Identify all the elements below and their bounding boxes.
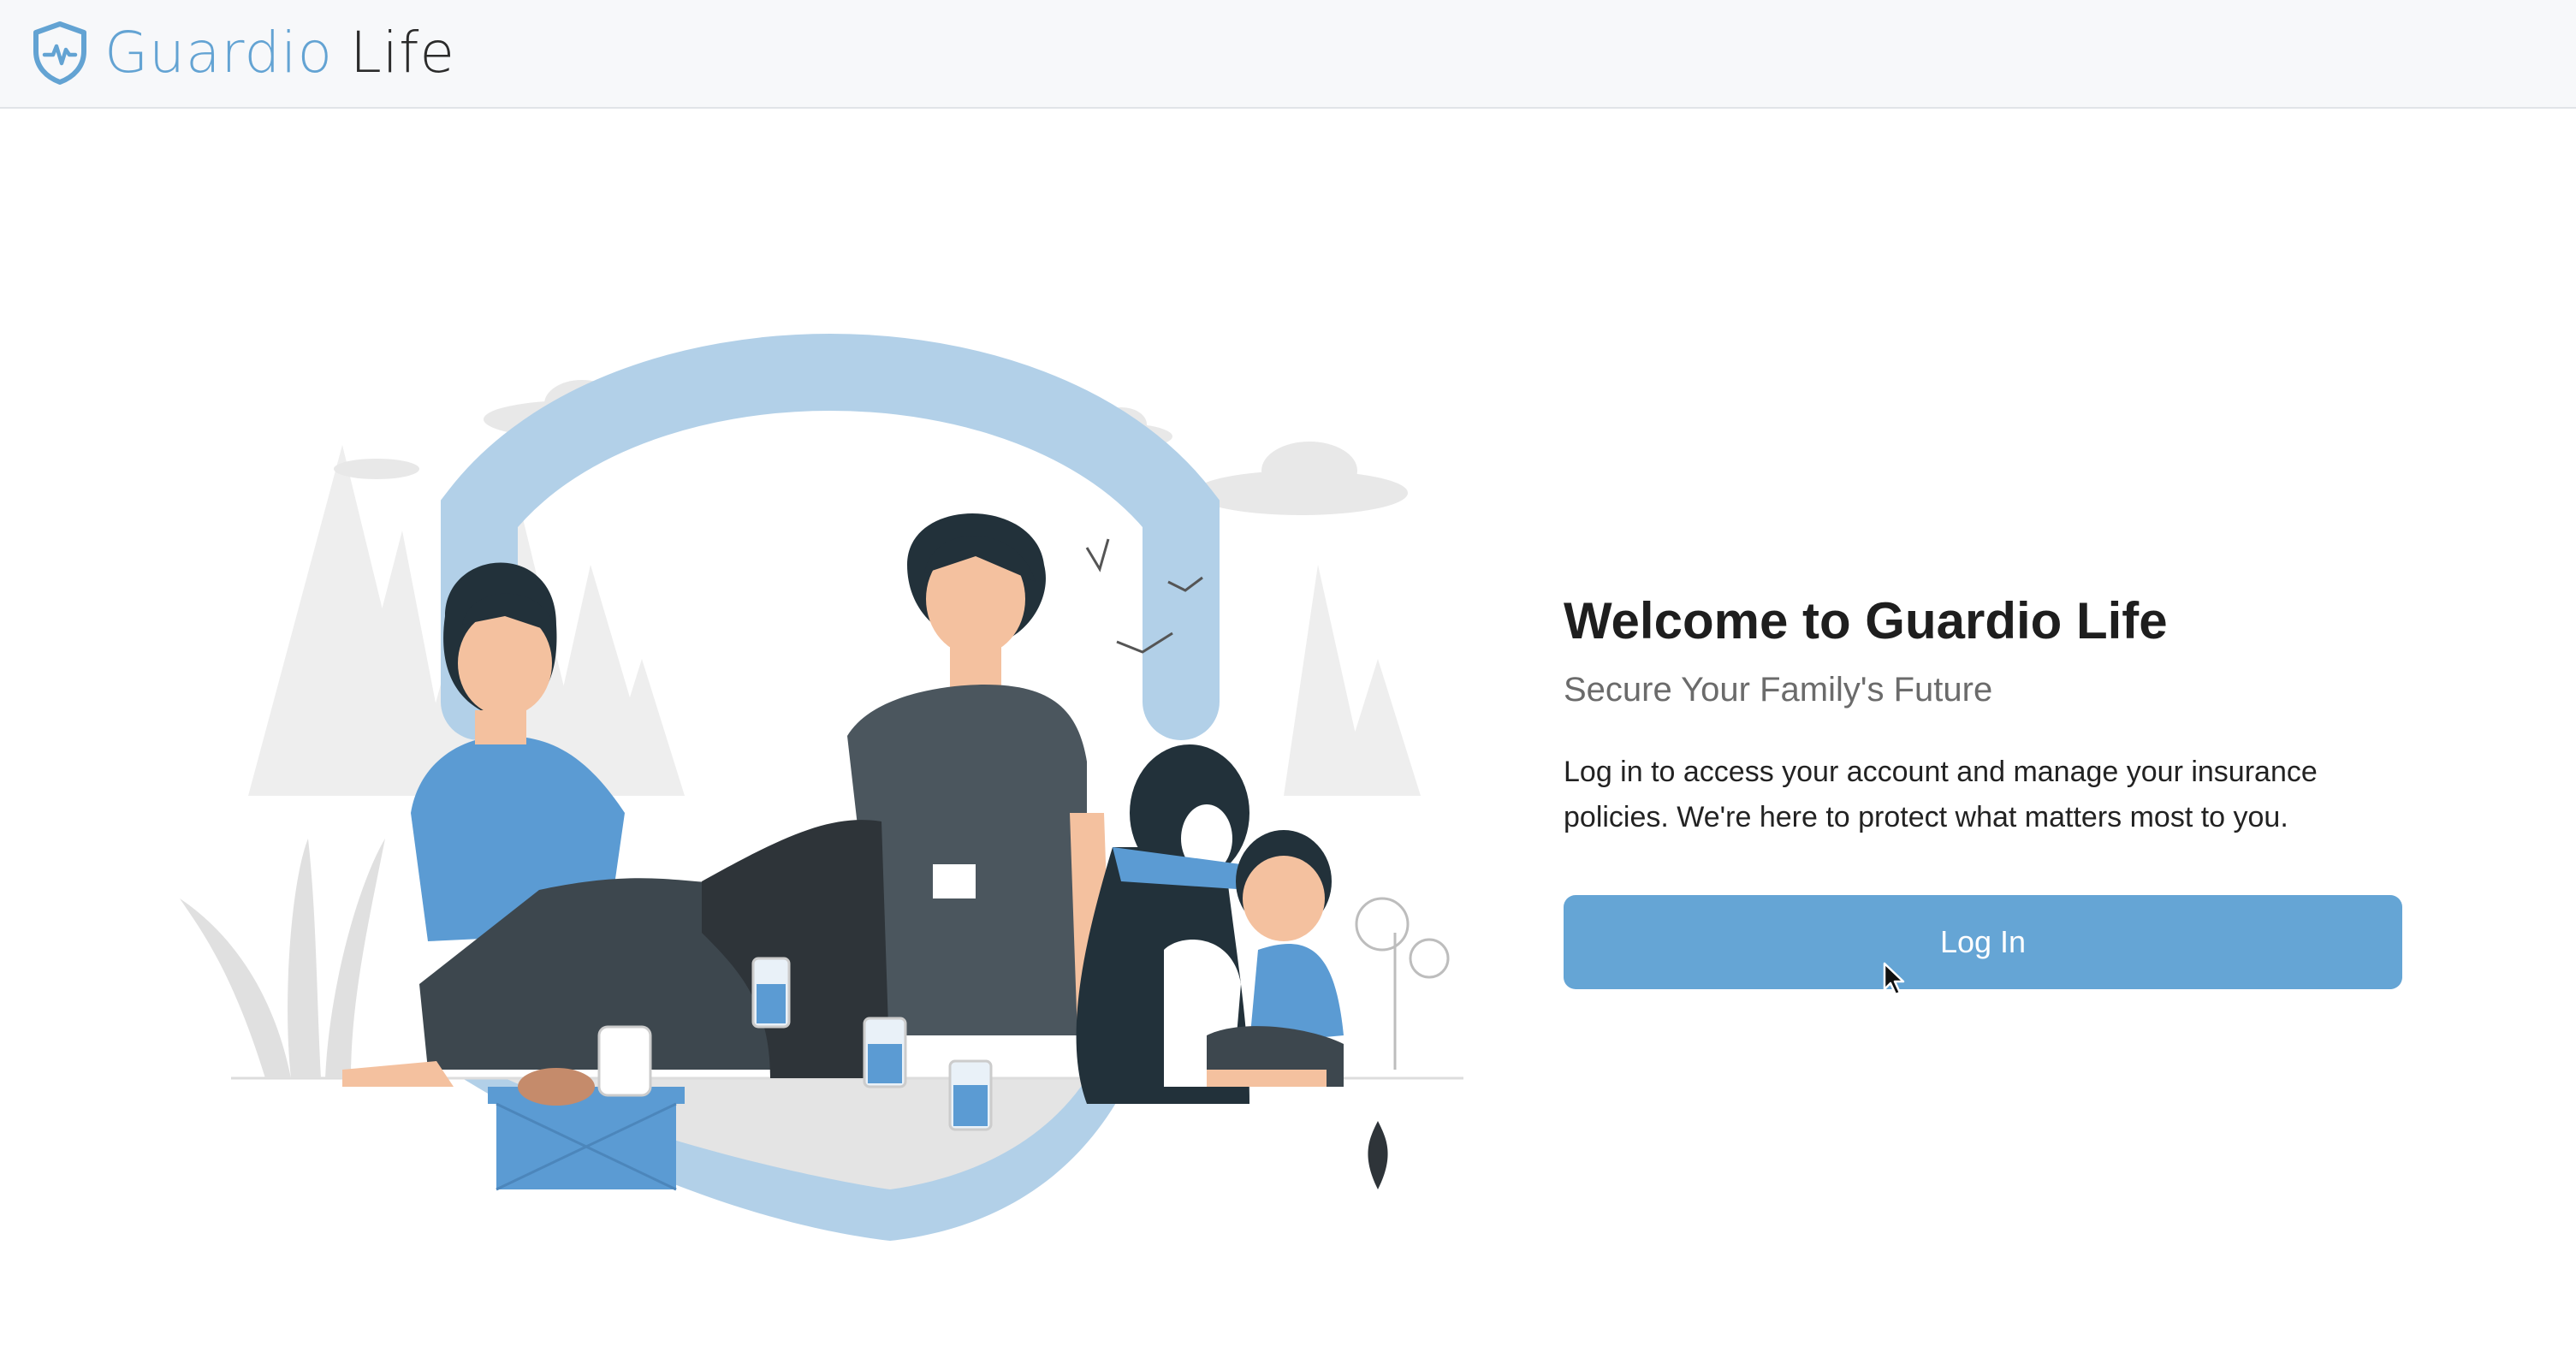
welcome-panel: Welcome to Guardio Life Secure Your Fami…	[1564, 589, 2402, 989]
family-picnic-illustration	[180, 334, 1463, 1241]
welcome-title: Welcome to Guardio Life	[1564, 592, 2168, 649]
login-button[interactable]: Log In	[1564, 895, 2402, 989]
shield-heartbeat-icon	[33, 21, 86, 85]
brand-name: Guardio Life	[104, 25, 455, 81]
mouse-cursor-icon	[1883, 962, 1905, 996]
brand-name-part2: Life	[350, 20, 455, 86]
small-plant	[1368, 1121, 1388, 1189]
dandelion	[1355, 897, 1450, 1070]
welcome-subtitle: Secure Your Family's Future	[1564, 671, 1993, 709]
welcome-description: Log in to access your account and manage…	[1564, 756, 2318, 833]
top-header: Guardio Life	[0, 0, 2576, 109]
grass	[180, 839, 385, 1078]
brand-name-part1: Guardio	[104, 20, 334, 86]
brand-logo[interactable]: Guardio Life	[31, 21, 455, 86]
